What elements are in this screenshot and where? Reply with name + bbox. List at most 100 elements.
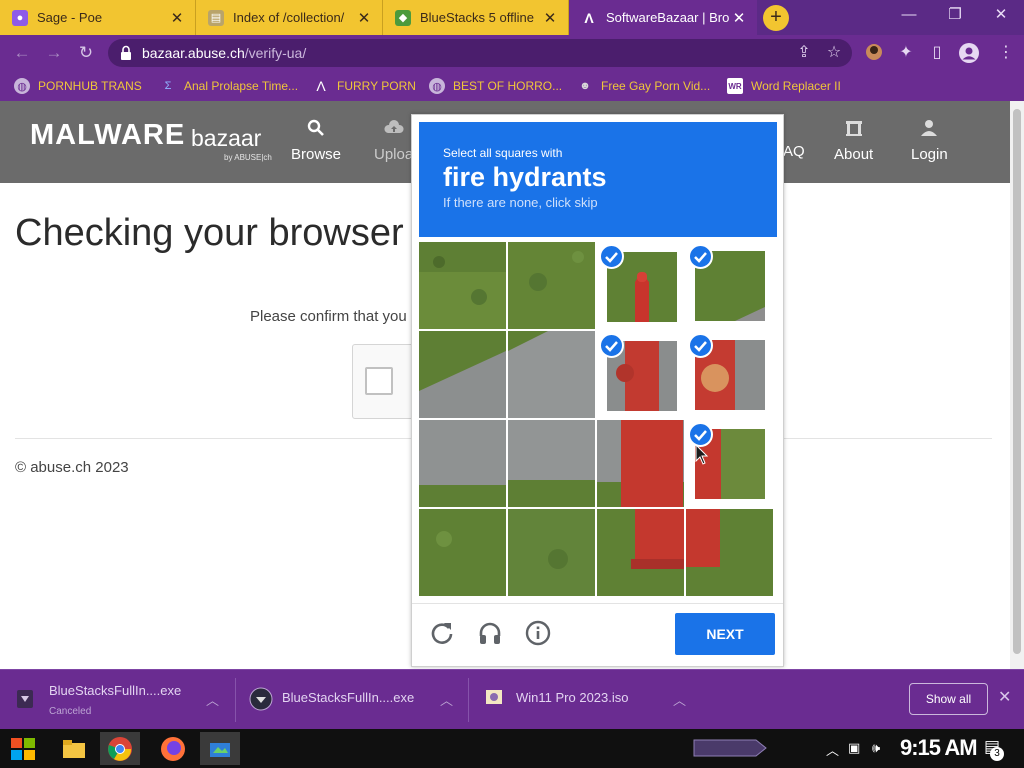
- chevron-up-icon[interactable]: ︿: [673, 690, 686, 709]
- chrome-icon[interactable]: [100, 732, 140, 765]
- tab-bluestacks[interactable]: ◆ BlueStacks 5 offline ✕: [383, 0, 569, 35]
- audio-icon[interactable]: [477, 620, 503, 646]
- bluestacks-taskbar-icon[interactable]: [200, 732, 240, 765]
- address-bar[interactable]: bazaar.abuse.ch/verify-ua/ ⇪ ☆: [108, 39, 852, 67]
- mouse-cursor-icon: [695, 444, 709, 465]
- disc-image-file-icon: [486, 690, 502, 704]
- tab-title: Sage - Poe: [37, 10, 103, 25]
- nav-upload[interactable]: Uploa: [374, 119, 413, 163]
- page-title: Checking your browser: [15, 212, 404, 254]
- chevron-up-icon[interactable]: ︿: [440, 690, 453, 709]
- nav-faq[interactable]: ? AQ: [783, 119, 805, 160]
- nav-label: Uploa: [374, 146, 414, 163]
- tray-expand-icon[interactable]: ︿: [826, 740, 839, 759]
- firefox-icon[interactable]: [153, 732, 193, 765]
- page-scrollbar[interactable]: [1010, 101, 1024, 669]
- taskbar-clock[interactable]: 9:15 AM: [900, 735, 978, 761]
- bookmark-item[interactable]: Σ Anal Prolapse Time...: [160, 77, 298, 95]
- bookmark-label: PORNHUB TRANS: [38, 79, 142, 93]
- reload-icon[interactable]: [429, 620, 455, 646]
- captcha-tile[interactable]: [597, 242, 684, 329]
- captcha-tile[interactable]: [686, 509, 773, 596]
- poe-favicon-icon: ●: [12, 9, 28, 26]
- file-explorer-icon[interactable]: [54, 732, 94, 765]
- download-item[interactable]: BlueStacksFullIn....exe Canceled ︿: [0, 670, 236, 730]
- captcha-tile[interactable]: [597, 420, 684, 507]
- start-button[interactable]: [3, 732, 43, 765]
- captcha-tile[interactable]: [508, 420, 595, 507]
- tab-softwarebazaar[interactable]: Λ SoftwareBazaar | Bro ✕: [569, 0, 757, 35]
- nav-label: Login: [911, 146, 948, 163]
- upload-icon: [374, 119, 413, 142]
- nav-label: Browse: [291, 146, 342, 163]
- next-button[interactable]: NEXT: [675, 613, 775, 655]
- bookmark-item[interactable]: Λ FURRY PORN: [313, 77, 416, 95]
- close-tab-icon[interactable]: ✕: [356, 9, 372, 27]
- tab-sage-poe[interactable]: ● Sage - Poe ✕: [0, 0, 196, 35]
- tab-index-collection[interactable]: ▤ Index of /collection/ ✕: [196, 0, 383, 35]
- download-item[interactable]: Win11 Pro 2023.iso ︿: [469, 670, 702, 730]
- chevron-up-icon[interactable]: ︿: [206, 690, 219, 709]
- captcha-tile[interactable]: [419, 242, 506, 329]
- building-icon: [834, 119, 873, 142]
- lock-icon[interactable]: [120, 45, 132, 61]
- captcha-header: Select all squares with fire hydrants If…: [419, 122, 777, 237]
- nav-label: About: [834, 146, 874, 163]
- forward-button[interactable]: →: [42, 41, 66, 65]
- confirm-text: Please confirm that you: [250, 308, 407, 325]
- captcha-tile[interactable]: [597, 331, 684, 418]
- site-logo-sub[interactable]: bazaar: [191, 125, 261, 152]
- site-logo[interactable]: MALWARE: [30, 119, 185, 152]
- close-tab-icon[interactable]: ✕: [731, 9, 747, 27]
- share-icon[interactable]: ⇪: [794, 43, 814, 63]
- taskbar-decoration: [693, 739, 767, 757]
- url-text[interactable]: bazaar.abuse.ch/verify-ua/: [142, 45, 306, 61]
- side-panel-icon[interactable]: ▯: [927, 43, 947, 63]
- bookmark-item[interactable]: ☻ Free Gay Porn Vid...: [577, 77, 710, 95]
- new-tab-button[interactable]: +: [763, 5, 789, 31]
- close-tab-icon[interactable]: ✕: [169, 9, 185, 27]
- captcha-tile[interactable]: [508, 242, 595, 329]
- close-tab-icon[interactable]: ✕: [542, 9, 558, 27]
- menu-kebab-icon[interactable]: ⋮: [996, 43, 1016, 63]
- download-item[interactable]: BlueStacksFullIn....exe ︿: [236, 670, 469, 730]
- nav-login[interactable]: Login: [911, 119, 948, 163]
- captcha-tile[interactable]: [508, 331, 595, 418]
- close-shelf-icon[interactable]: ✕: [998, 687, 1011, 707]
- bookmark-item[interactable]: ◍ PORNHUB TRANS: [14, 77, 142, 95]
- captcha-tile[interactable]: [686, 331, 773, 418]
- bookmark-item[interactable]: ◍ BEST OF HORRO...: [429, 77, 562, 95]
- captcha-checkbox[interactable]: [365, 367, 393, 395]
- extensions-puzzle-icon[interactable]: ✦: [896, 43, 916, 63]
- bookmark-item[interactable]: WR Word Replacer II: [727, 77, 841, 95]
- captcha-tile[interactable]: [686, 242, 773, 329]
- scrollbar-thumb[interactable]: [1013, 109, 1021, 654]
- notification-count-badge: 3: [990, 747, 1004, 761]
- reload-button[interactable]: ↻: [74, 41, 98, 65]
- restore-window-icon[interactable]: ❐: [932, 0, 978, 32]
- minimize-window-icon[interactable]: —: [886, 0, 932, 32]
- captcha-tile[interactable]: [419, 331, 506, 418]
- selected-check-icon: [688, 333, 713, 358]
- network-icon[interactable]: ▣: [848, 740, 860, 756]
- show-all-downloads-button[interactable]: Show all: [909, 683, 988, 715]
- volume-icon[interactable]: 🕪: [872, 740, 880, 756]
- bookmark-label: FURRY PORN: [337, 79, 416, 93]
- captcha-tile[interactable]: [508, 509, 595, 596]
- bookmark-label: Free Gay Porn Vid...: [601, 79, 711, 93]
- back-button[interactable]: ←: [10, 41, 34, 65]
- browser-toolbar: ← → ↻ bazaar.abuse.ch/verify-ua/ ⇪ ☆ ✦ ▯…: [0, 35, 1024, 71]
- nav-browse[interactable]: Browse: [291, 119, 341, 163]
- executable-file-icon: [249, 687, 273, 711]
- captcha-tile[interactable]: [597, 509, 684, 596]
- account-avatar-icon[interactable]: [959, 43, 979, 63]
- captcha-tile[interactable]: [419, 420, 506, 507]
- info-icon[interactable]: [525, 620, 551, 646]
- nav-label: AQ: [783, 143, 805, 160]
- bookmark-star-icon[interactable]: ☆: [824, 43, 844, 63]
- close-window-icon[interactable]: ✕: [978, 0, 1024, 32]
- captcha-tile[interactable]: [419, 509, 506, 596]
- captcha-challenge: Select all squares with fire hydrants If…: [411, 114, 784, 667]
- profile-extension-icon[interactable]: [864, 43, 884, 63]
- nav-about[interactable]: About: [834, 119, 873, 163]
